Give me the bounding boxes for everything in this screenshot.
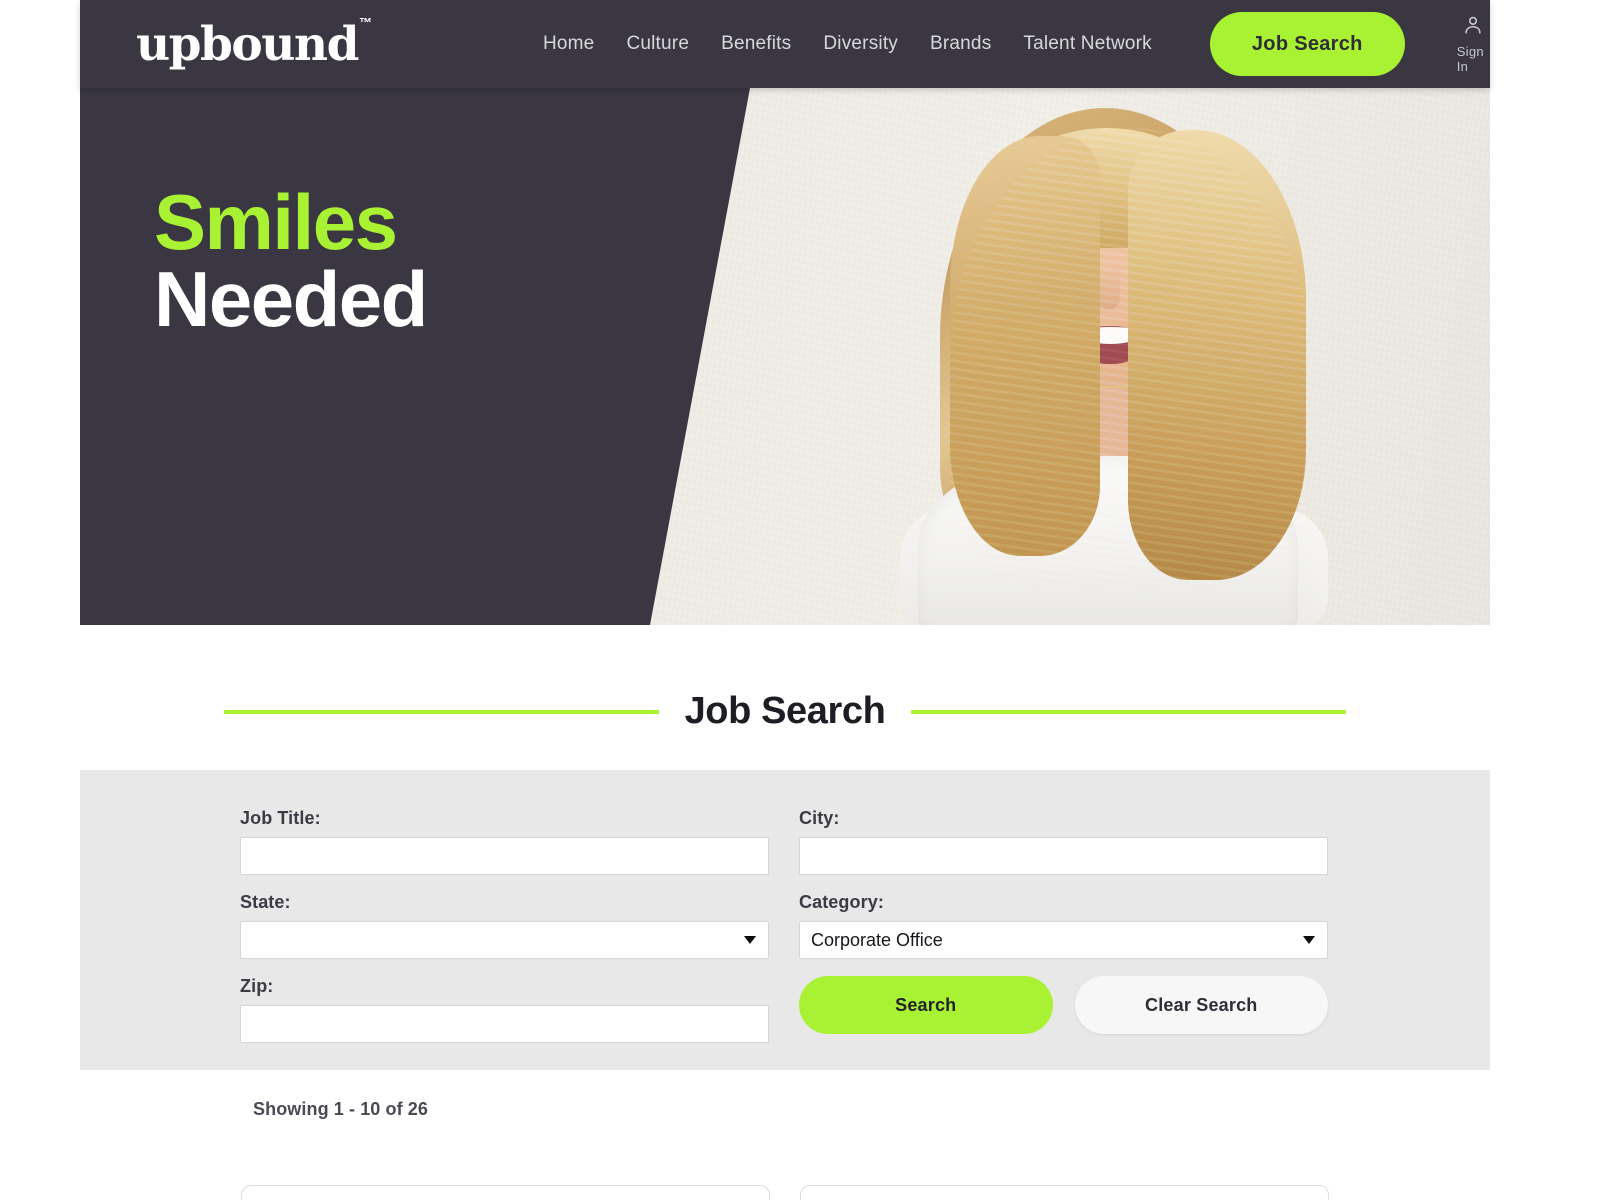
form-buttons-row: Search Clear Search [799, 976, 1328, 1034]
field-job-title: Job Title: [240, 808, 769, 875]
sign-in-label: Sign In [1456, 44, 1484, 74]
city-input[interactable] [799, 837, 1328, 875]
results-count-label: Showing 1 - 10 of 26 [253, 1099, 429, 1119]
user-icon [1462, 14, 1484, 41]
clear-search-button[interactable]: Clear Search [1074, 976, 1328, 1034]
job-search-form-grid: Job Title: State: Zip: City: Category: C… [240, 808, 1328, 1060]
hero-headline-line-2: Needed [154, 255, 428, 344]
nav-item-diversity[interactable]: Diversity [823, 33, 898, 55]
job-search-form-panel: Job Title: State: Zip: City: Category: C… [80, 770, 1490, 1070]
page-root: upbound™ Home Culture Benefits Diversity… [0, 0, 1600, 1200]
form-column-left: Job Title: State: Zip: [240, 808, 769, 1060]
hero-banner: Smiles Needed [80, 88, 1490, 625]
category-select-wrap: Corporate Office [799, 921, 1328, 959]
category-select[interactable]: Corporate Office [799, 921, 1328, 959]
trademark-symbol: ™ [358, 14, 372, 30]
job-result-card[interactable] [241, 1185, 770, 1200]
brand-logo[interactable]: upbound™ [136, 16, 372, 68]
site-header: upbound™ Home Culture Benefits Diversity… [80, 0, 1490, 88]
hero-photo [650, 88, 1490, 625]
zip-label: Zip: [240, 976, 274, 996]
heading-rule-left [224, 709, 659, 714]
field-category: Category: Corporate Office [799, 892, 1328, 959]
field-state: State: [240, 892, 769, 959]
hero-photo-person [650, 88, 1490, 625]
job-title-input[interactable] [240, 837, 769, 875]
state-select[interactable] [240, 921, 769, 959]
form-column-right: City: Category: Corporate Office Search … [799, 808, 1328, 1060]
heading-rule-right [911, 709, 1346, 714]
state-select-wrap [240, 921, 769, 959]
sign-in-link[interactable]: Sign In [1457, 14, 1490, 74]
field-zip: Zip: [240, 976, 769, 1043]
nav-item-home[interactable]: Home [543, 33, 594, 55]
nav-item-brands[interactable]: Brands [930, 33, 991, 55]
nav-item-benefits[interactable]: Benefits [721, 33, 791, 55]
brand-logo-text: upbound [136, 16, 359, 72]
nav-item-talent-network[interactable]: Talent Network [1023, 33, 1151, 55]
main-nav: Home Culture Benefits Diversity Brands T… [543, 33, 1152, 55]
page-title: Job Search [684, 690, 886, 732]
search-button[interactable]: Search [799, 976, 1053, 1034]
zip-input[interactable] [240, 1005, 769, 1043]
hero-headline-line-1: Smiles [154, 178, 398, 266]
job-result-card[interactable] [800, 1185, 1329, 1200]
job-search-section-heading: Job Search [80, 690, 1490, 733]
job-results-grid [241, 1185, 1329, 1200]
header-job-search-button[interactable]: Job Search [1209, 12, 1405, 76]
state-label: State: [240, 892, 291, 912]
city-label: City: [799, 808, 840, 828]
field-city: City: [799, 808, 1328, 875]
job-title-label: Job Title: [240, 808, 321, 828]
category-label: Category: [799, 892, 884, 912]
nav-item-culture[interactable]: Culture [626, 33, 689, 55]
